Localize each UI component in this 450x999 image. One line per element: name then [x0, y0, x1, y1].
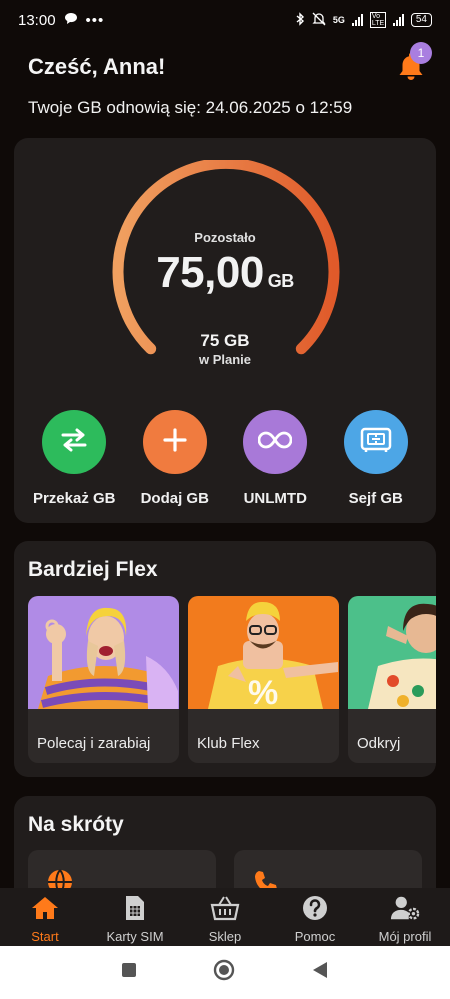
- chat-icon: [64, 12, 78, 29]
- svg-text:%: %: [248, 674, 278, 709]
- remaining-label: Pozostało: [194, 230, 256, 245]
- signal-icon: [351, 14, 363, 26]
- renew-date-text: Twoje GB odnowią się: 24.06.2025 o 12:59: [28, 98, 353, 117]
- flex-section: Bardziej Flex Polecaj i zarabiaj % Klub …: [14, 541, 436, 777]
- recents-button[interactable]: [121, 962, 137, 983]
- safe-icon: [360, 426, 392, 459]
- promo-title: Odkryj: [357, 735, 401, 752]
- more-icon: •••: [85, 11, 105, 29]
- promo-card-odkryj[interactable]: Odkryj: [348, 596, 436, 763]
- nav-start[interactable]: Start: [0, 894, 90, 944]
- unlmtd-circle[interactable]: [243, 410, 308, 474]
- promo-title: Klub Flex: [197, 735, 260, 752]
- remaining-amount: 75,00: [156, 248, 264, 297]
- flex-section-title: Bardziej Flex: [28, 558, 158, 581]
- remaining-value: 75,00 GB: [14, 248, 436, 298]
- unlmtd-button[interactable]: UNLMTD: [225, 410, 325, 507]
- transfer-icon: [59, 427, 89, 458]
- nav-profile[interactable]: Mój profil: [360, 894, 450, 944]
- notification-badge: 1: [410, 42, 432, 64]
- nav-help[interactable]: Pomoc: [270, 894, 360, 944]
- unlmtd-label: UNLMTD: [243, 490, 307, 507]
- system-navigation-bar: [0, 946, 450, 999]
- infinity-icon: [257, 431, 293, 454]
- referral-image: [28, 596, 179, 709]
- nav-start-label: Start: [31, 929, 59, 944]
- nav-sim-cards[interactable]: Karty SIM: [90, 894, 180, 944]
- bottom-navigation: Start Karty SIM Sklep Pomoc Mój profil: [0, 888, 450, 946]
- home-button[interactable]: [213, 959, 235, 986]
- shortcuts-title: Na skróty: [28, 813, 124, 836]
- back-button[interactable]: [311, 961, 329, 984]
- status-bar: 13:00 ••• 5G Vo LTE 54: [0, 0, 450, 40]
- nav-sim-cards-label: Karty SIM: [106, 929, 164, 944]
- nav-help-label: Pomoc: [294, 929, 336, 944]
- transfer-circle[interactable]: [42, 410, 107, 474]
- promo-card-klub-flex[interactable]: % Klub Flex: [188, 596, 339, 763]
- greeting-title: Cześć, Anna!: [28, 54, 166, 79]
- promo-card-referral[interactable]: Polecaj i zarabiaj: [28, 596, 179, 763]
- status-time: 13:00: [18, 11, 56, 29]
- network-label: 5G: [332, 15, 345, 25]
- volte-label: Vo LTE: [369, 12, 386, 28]
- sim-icon: [120, 894, 150, 922]
- odkryj-image: [348, 596, 436, 709]
- basket-icon: [210, 894, 240, 922]
- promo-carousel[interactable]: Polecaj i zarabiaj % Klub Flex Odkryj: [28, 596, 436, 763]
- signal-icon-2: [392, 14, 404, 26]
- safe-circle[interactable]: [343, 410, 408, 474]
- nav-profile-label: Mój profil: [378, 929, 432, 944]
- bluetooth-icon: [295, 11, 305, 29]
- profile-icon: [390, 894, 420, 922]
- add-gb-button[interactable]: Dodaj GB: [125, 410, 225, 507]
- mute-icon: [312, 12, 326, 29]
- nav-shop-label: Sklep: [208, 929, 242, 944]
- safe-gb-label: Sejf GB: [348, 490, 403, 507]
- data-actions: Przekaż GB Dodaj GB UNLMTD Sejf GB: [14, 410, 436, 507]
- plan-value: 75 GB: [200, 331, 250, 350]
- plan-label: w Planie: [198, 352, 252, 367]
- remaining-unit: GB: [267, 271, 295, 291]
- plus-icon: [162, 427, 188, 458]
- add-circle[interactable]: [142, 410, 207, 474]
- transfer-gb-label: Przekaż GB: [32, 490, 116, 507]
- data-usage-card: Pozostało 75,00 GB 75 GB w Planie Przekaż…: [14, 138, 436, 523]
- transfer-gb-button[interactable]: Przekaż GB: [24, 410, 124, 507]
- safe-gb-button[interactable]: Sejf GB: [326, 410, 426, 507]
- battery-icon: 54: [410, 13, 432, 27]
- nav-shop[interactable]: Sklep: [180, 894, 270, 944]
- add-gb-label: Dodaj GB: [140, 490, 209, 507]
- home-icon: [30, 894, 60, 922]
- help-icon: [300, 894, 330, 922]
- klub-flex-image: %: [188, 596, 339, 709]
- promo-title: Polecaj i zarabiaj: [37, 735, 151, 752]
